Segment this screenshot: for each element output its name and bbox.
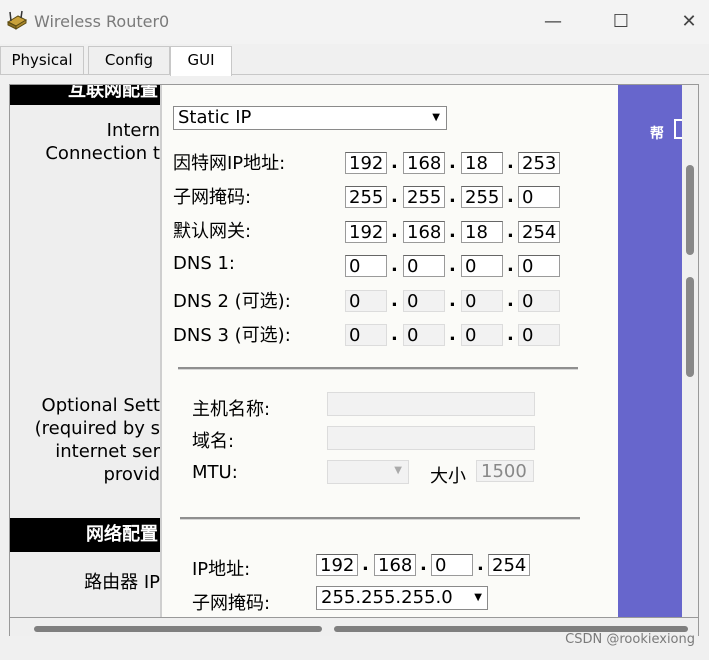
octet-separator: . (507, 152, 514, 173)
connection-type-select[interactable]: Static IP ▼ (173, 106, 447, 130)
gateway-octet-1[interactable]: 192 (345, 221, 387, 243)
dns2-octet-3[interactable]: 0 (461, 290, 503, 312)
watermark-text: CSDN @rookiexiong (565, 632, 695, 647)
octet-separator: . (391, 221, 398, 242)
help-label[interactable]: 帮 (650, 123, 664, 143)
host-name-label: 主机名称: (192, 399, 271, 420)
optional-settings-label-4: provid (103, 464, 160, 485)
vertical-scroll-thumb[interactable] (686, 277, 694, 377)
octet-separator: . (507, 290, 514, 311)
tab-physical[interactable]: Physical (0, 46, 84, 74)
chevron-down-icon: ▼ (474, 592, 482, 603)
dns1-octet-3[interactable]: 0 (461, 255, 503, 277)
optional-settings-label-1: Optional Sett (41, 395, 160, 416)
section-divider (180, 517, 580, 520)
router-ip-octet-3[interactable]: 0 (431, 554, 473, 576)
internet-connection-label-1: Intern (106, 120, 160, 141)
dns3-octet-2[interactable]: 0 (403, 324, 445, 346)
dns1-octet-2[interactable]: 0 (403, 255, 445, 277)
subnet-mask-octet-1[interactable]: 255 (345, 186, 387, 208)
dns3-octet-4[interactable]: 0 (518, 324, 560, 346)
help-bracket-icon (674, 119, 682, 139)
dns1-octet-4[interactable]: 0 (518, 255, 560, 277)
domain-name-input[interactable] (327, 426, 535, 450)
dns2-octet-4[interactable]: 0 (518, 290, 560, 312)
network-setup-header: 网络配置 (10, 518, 160, 552)
host-name-input[interactable] (327, 392, 535, 416)
octet-separator: . (449, 324, 456, 345)
router-ip-octet-2[interactable]: 168 (374, 554, 416, 576)
router-subnet-mask-label: 子网掩码: (192, 593, 271, 614)
router-subnet-mask-select[interactable]: 255.255.255.0 ▼ (316, 586, 488, 610)
mtu-select[interactable]: ▼ (327, 460, 409, 484)
dns2-octet-1[interactable]: 0 (345, 290, 387, 312)
internet-ip-label: 因特网IP地址: (173, 153, 286, 174)
maximize-button[interactable]: ☐ (606, 10, 636, 34)
dns2-label: DNS 2 (可选): (173, 291, 291, 312)
internet-setup-header: 互联网配置 (10, 85, 160, 105)
router-app-icon (6, 10, 28, 30)
internet-ip-octet-2[interactable]: 168 (403, 152, 445, 174)
octet-separator: . (507, 324, 514, 345)
subnet-mask-octet-3[interactable]: 255 (461, 186, 503, 208)
section-divider (178, 367, 578, 370)
octet-separator: . (391, 324, 398, 345)
tab-config[interactable]: Config (88, 46, 170, 74)
connection-type-value: Static IP (178, 107, 252, 128)
chevron-down-icon: ▼ (432, 112, 440, 123)
internet-connection-label-2: Connection t (45, 143, 160, 164)
internet-ip-octet-1[interactable]: 192 (345, 152, 387, 174)
octet-separator: . (391, 152, 398, 173)
subnet-mask-octet-4[interactable]: 0 (518, 186, 560, 208)
mtu-size-label: 大小 (430, 466, 466, 487)
gateway-octet-4[interactable]: 254 (518, 221, 560, 243)
octet-separator: . (449, 186, 456, 207)
window-title: Wireless Router0 (34, 12, 170, 31)
octet-separator: . (391, 290, 398, 311)
octet-separator: . (449, 221, 456, 242)
dns3-octet-3[interactable]: 0 (461, 324, 503, 346)
chevron-down-icon: ▼ (394, 465, 402, 476)
octet-separator: . (449, 290, 456, 311)
router-ip-octet-4[interactable]: 254 (488, 554, 530, 576)
tab-gui[interactable]: GUI (170, 46, 232, 76)
octet-separator: . (449, 152, 456, 173)
mtu-size-input[interactable]: 1500 (476, 460, 534, 482)
vertical-scroll-thumb[interactable] (686, 165, 694, 255)
optional-settings-label-2: (required by s (34, 418, 160, 439)
gateway-octet-3[interactable]: 18 (461, 221, 503, 243)
internet-ip-octet-4[interactable]: 253 (518, 152, 560, 174)
dns2-octet-2[interactable]: 0 (403, 290, 445, 312)
domain-name-label: 域名: (192, 431, 235, 452)
close-button[interactable]: ✕ (674, 10, 704, 34)
internet-ip-octet-3[interactable]: 18 (461, 152, 503, 174)
dns3-label: DNS 3 (可选): (173, 325, 291, 346)
minimize-button[interactable]: — (538, 10, 568, 34)
gui-frame: 互联网配置 Intern Connection t Optional Sett … (9, 84, 699, 618)
help-panel (618, 85, 682, 617)
octet-separator: . (449, 255, 456, 276)
default-gateway-label: 默认网关: (173, 221, 252, 242)
dns1-octet-1[interactable]: 0 (345, 255, 387, 277)
dns3-octet-1[interactable]: 0 (345, 324, 387, 346)
octet-separator: . (477, 554, 484, 575)
octet-separator: . (507, 186, 514, 207)
octet-separator: . (391, 186, 398, 207)
gateway-octet-2[interactable]: 168 (403, 221, 445, 243)
subnet-mask-octet-2[interactable]: 255 (403, 186, 445, 208)
dns1-label: DNS 1: (173, 253, 235, 274)
subnet-mask-label: 子网掩码: (173, 187, 252, 208)
router-ip-octet-1[interactable]: 192 (316, 554, 358, 576)
octet-separator: . (391, 255, 398, 276)
router-ip-address-label: IP地址: (192, 559, 251, 580)
horizontal-scroll-thumb[interactable] (34, 626, 322, 632)
octet-separator: . (362, 554, 369, 575)
optional-settings-label-3: internet ser (55, 441, 160, 462)
router-subnet-mask-value: 255.255.255.0 (321, 587, 453, 608)
octet-separator: . (507, 221, 514, 242)
mtu-label: MTU: (192, 462, 238, 483)
router-ip-label: 路由器 IP (84, 572, 160, 593)
octet-separator: . (420, 554, 427, 575)
octet-separator: . (507, 255, 514, 276)
